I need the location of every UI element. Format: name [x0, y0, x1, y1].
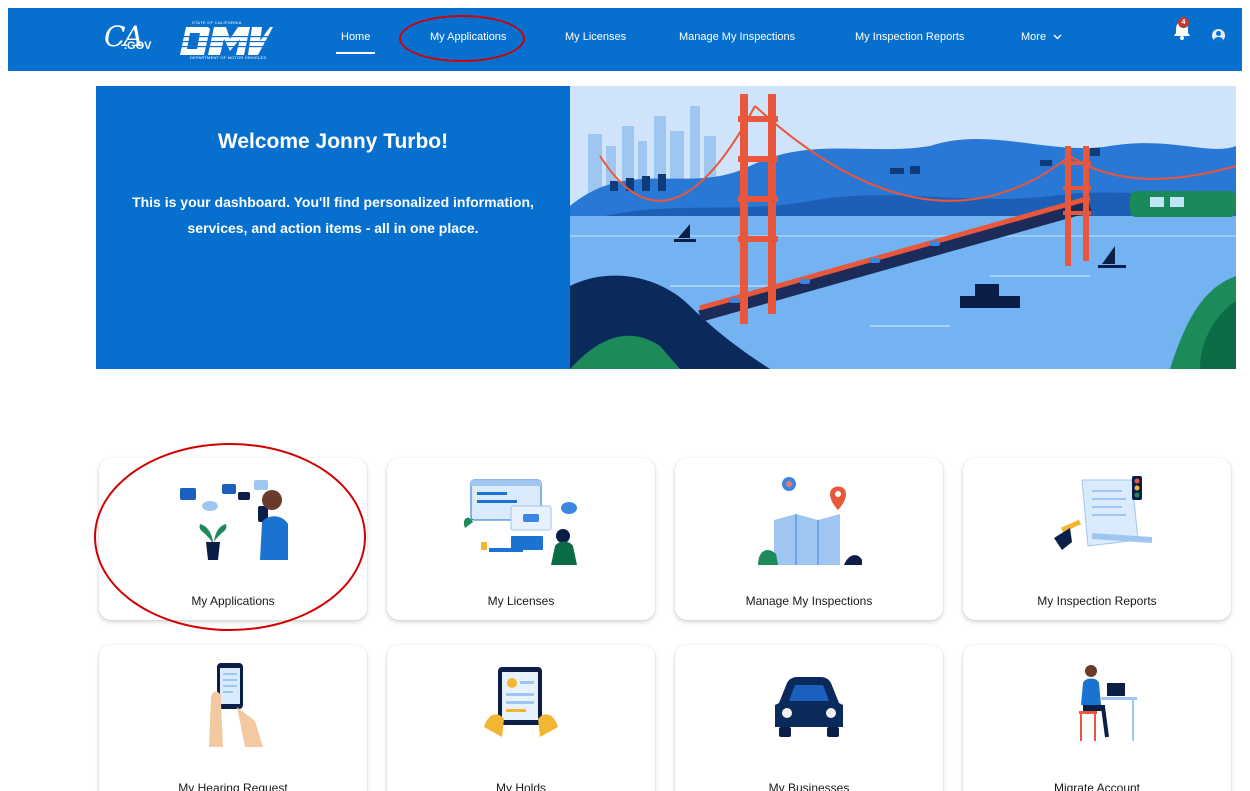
hearing-request-phone-illustration	[209, 663, 263, 747]
tile-my-businesses[interactable]: My Businesses	[675, 645, 943, 791]
car-illustration	[775, 677, 843, 737]
holds-tablet-illustration	[484, 667, 558, 737]
licenses-illustration	[463, 479, 577, 565]
annotation-circle-tile	[94, 443, 366, 631]
notification-count-badge: 4	[1178, 17, 1189, 28]
dmv-logo[interactable]: STATE OF CALIFORNIA DEPARTMENT OF MOTOR …	[178, 20, 273, 60]
tile-my-licenses[interactable]: My Licenses	[387, 458, 655, 620]
nav-my-licenses[interactable]: My Licenses	[565, 31, 626, 43]
tile-label: My Inspection Reports	[1037, 594, 1157, 608]
tile-label: Migrate Account	[1053, 781, 1141, 791]
welcome-title: Welcome Jonny Turbo!	[217, 130, 449, 153]
tile-migrate-account[interactable]: Migrate Account	[963, 645, 1231, 791]
welcome-banner: Welcome Jonny Turbo! This is your dashbo…	[96, 86, 570, 369]
tile-my-inspection-reports[interactable]: My Inspection Reports	[963, 458, 1231, 620]
welcome-subtitle: This is your dashboard. You'll find pers…	[132, 194, 534, 236]
annotation-circle-nav	[399, 15, 525, 62]
tile-label: My Licenses	[487, 594, 555, 608]
dmv-logo-department-text: DEPARTMENT OF MOTOR VEHICLES	[190, 55, 267, 60]
tile-my-hearing-request[interactable]: My Hearing Request	[99, 645, 367, 791]
tile-manage-my-inspections[interactable]: Manage My Inspections	[675, 458, 943, 620]
migrate-account-illustration	[1079, 665, 1137, 741]
ca-gov-logo[interactable]: CA .GOV	[104, 20, 160, 58]
inspection-reports-illustration	[1054, 476, 1153, 550]
dmv-wordmark-icon	[178, 27, 273, 55]
tile-my-holds[interactable]: My Holds	[387, 645, 655, 791]
tile-label: My Holds	[495, 781, 546, 791]
tile-label: My Hearing Request	[178, 781, 288, 791]
chevron-down-icon	[1053, 34, 1062, 40]
nav-manage-my-inspections[interactable]: Manage My Inspections	[679, 31, 795, 43]
inspections-map-illustration	[758, 477, 862, 565]
golden-gate-bridge-illustration	[570, 86, 1236, 369]
tile-label: Manage My Inspections	[745, 594, 873, 608]
tile-label: My Businesses	[768, 781, 850, 791]
user-avatar-icon[interactable]	[1212, 29, 1225, 42]
nav-my-inspection-reports[interactable]: My Inspection Reports	[855, 31, 964, 43]
top-navigation-bar: CA .GOV STATE OF CALIFORNIA DEPARTMENT O…	[8, 8, 1242, 71]
nav-more-label: More	[1021, 31, 1047, 43]
ca-logo-gov: .GOV	[124, 40, 152, 52]
nav-more[interactable]: More	[1021, 31, 1062, 43]
nav-home[interactable]: Home	[335, 31, 376, 54]
